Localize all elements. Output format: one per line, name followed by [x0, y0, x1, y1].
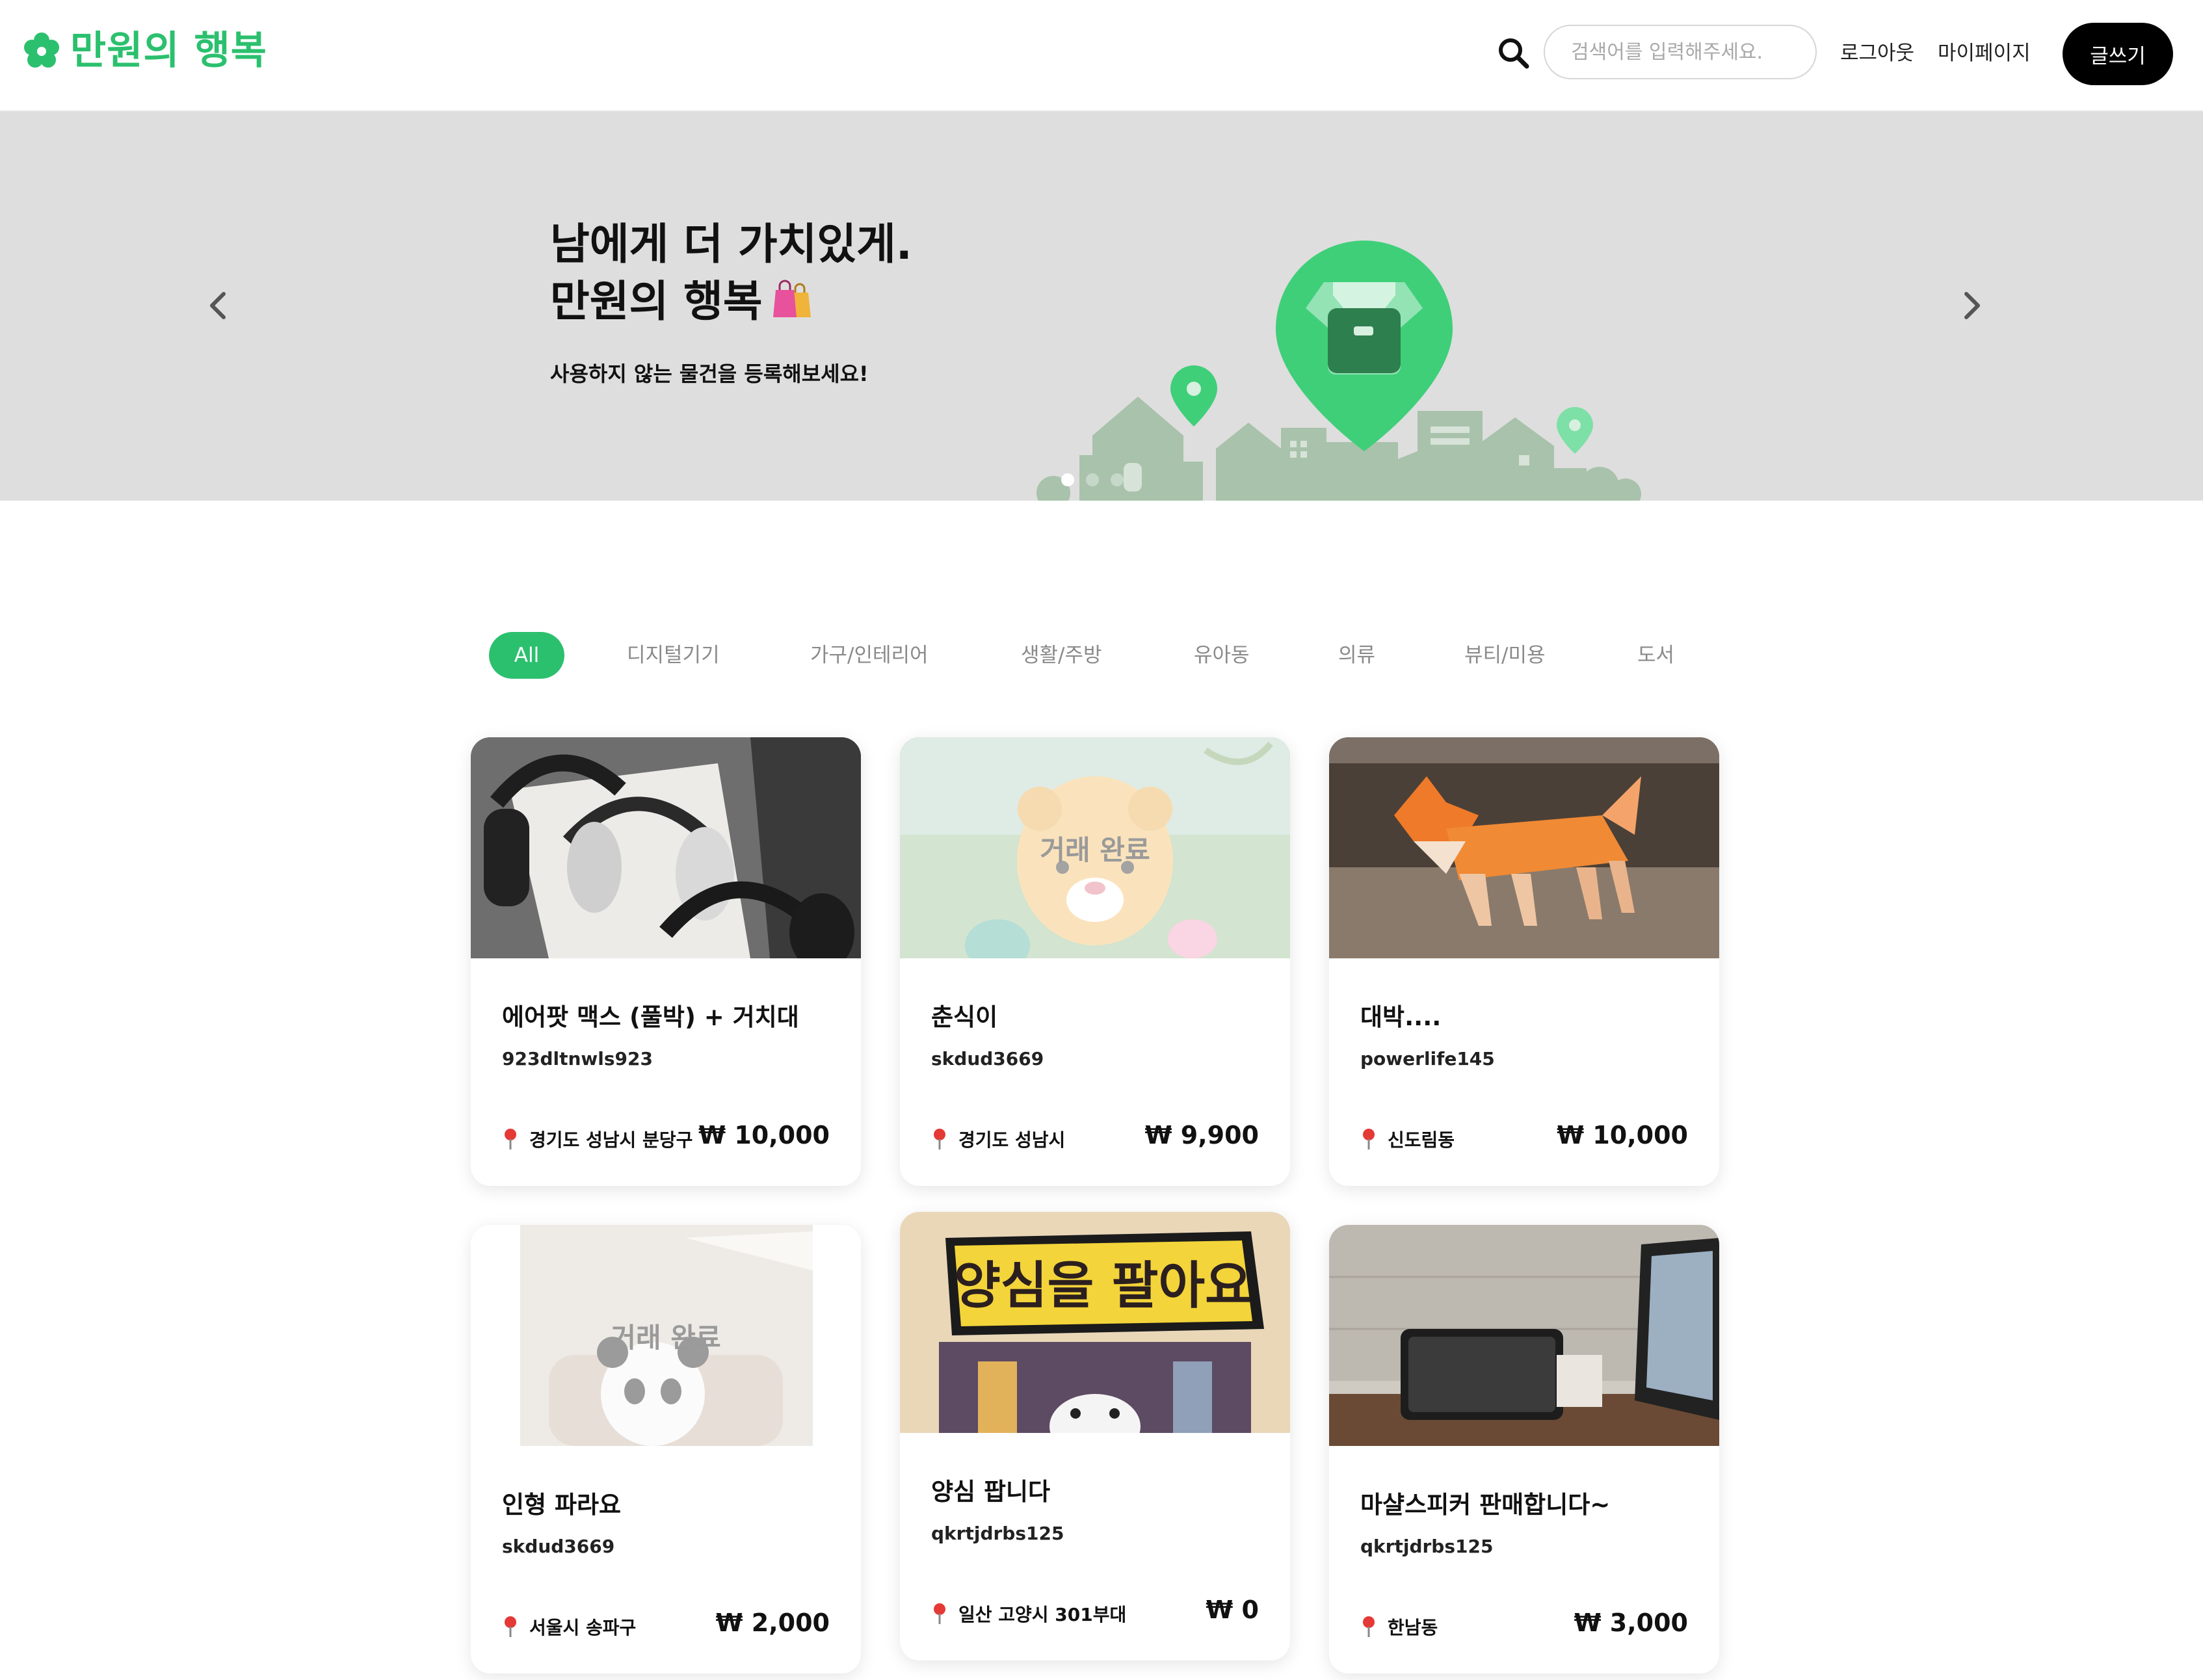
- hero-title-line1: 남에게 더 가치있게.: [550, 219, 912, 269]
- map-pin-icon: [934, 1129, 945, 1149]
- hero-title-line2: 만원의 행복: [550, 273, 813, 330]
- tab-clothing[interactable]: 의류: [1338, 632, 1375, 679]
- tab-kids[interactable]: 유아동: [1194, 632, 1250, 679]
- product-title[interactable]: 대박....: [1360, 997, 1441, 1032]
- product-price: ₩ 10,000: [1557, 1121, 1688, 1149]
- product-card[interactable]: 거래 완료 인형 파라요 skdud3669 서울시 송파구 ₩ 2,000: [471, 1225, 861, 1673]
- product-location-text: 서울시 송파구: [529, 1617, 637, 1638]
- tab-beauty[interactable]: 뷰티/미용: [1464, 632, 1546, 679]
- origami-dog-image: [1329, 737, 1719, 958]
- product-location-text: 경기도 성남시 분당구: [529, 1129, 693, 1151]
- product-title[interactable]: 양심 팝니다: [931, 1472, 1050, 1507]
- product-location: 신도림동: [1360, 1126, 1455, 1152]
- carousel-dot[interactable]: [1086, 473, 1099, 486]
- hero-subtitle: 사용하지 않는 물건을 등록해보세요!: [550, 361, 869, 386]
- town-market-illustration: [1036, 241, 1641, 501]
- header: 만원의 행복 로그아웃 마이페이지 글쓰기: [0, 0, 2203, 112]
- product-location-text: 경기도 성남시: [958, 1129, 1066, 1151]
- product-card[interactable]: 양심을 팔아요 양심 팝니다 qkrtjdrbs125 일산 고양시 301부대…: [900, 1212, 1290, 1660]
- product-image[interactable]: 양심을 팔아요: [900, 1212, 1290, 1433]
- product-title[interactable]: 에어팟 맥스 (풀박) + 거치대: [502, 997, 799, 1032]
- product-card[interactable]: 거래 완료 춘식이 skdud3669 경기도 성남시 ₩ 9,900: [900, 737, 1290, 1186]
- flower-logo-icon: [24, 33, 59, 68]
- product-card[interactable]: 에어팟 맥스 (풀박) + 거치대 923dltnwls923 경기도 성남시 …: [471, 737, 861, 1186]
- category-tabs: All 디지털기기 가구/인테리어 생활/주방 유아동 의류 뷰티/미용 도서: [489, 632, 1715, 679]
- map-pin-icon: [1363, 1129, 1375, 1149]
- hero-banner: 남에게 더 가치있게. 만원의 행복 사용하지 않는 물건을 등록해보세요!: [0, 112, 2203, 501]
- logo[interactable]: 만원의 행복: [22, 27, 267, 74]
- product-location: 서울시 송파구: [502, 1614, 636, 1640]
- product-image[interactable]: 거래 완료: [471, 1225, 861, 1446]
- search-input[interactable]: [1544, 25, 1817, 79]
- shopping-bags-icon: [772, 280, 811, 317]
- product-price: ₩ 10,000: [698, 1121, 830, 1149]
- tab-living[interactable]: 생활/주방: [1021, 632, 1102, 679]
- chevron-left-icon[interactable]: [202, 280, 233, 332]
- book-cover-image: 양심을 팔아요: [900, 1212, 1290, 1433]
- product-seller: qkrtjdrbs125: [1360, 1536, 1494, 1557]
- product-seller: 923dltnwls923: [502, 1048, 653, 1070]
- write-button[interactable]: 글쓰기: [2063, 23, 2173, 85]
- product-image[interactable]: 거래 완료: [900, 737, 1290, 958]
- product-seller: skdud3669: [502, 1536, 615, 1557]
- product-image[interactable]: [1329, 1225, 1719, 1446]
- speaker-image: [1329, 1225, 1719, 1446]
- map-pin-icon: [1363, 1616, 1375, 1637]
- chevron-right-icon[interactable]: [1957, 280, 1988, 332]
- product-title[interactable]: 인형 파라요: [502, 1485, 621, 1520]
- sold-overlay: 거래 완료: [900, 737, 1290, 958]
- product-seller: skdud3669: [931, 1048, 1044, 1070]
- product-seller: powerlife145: [1360, 1048, 1495, 1070]
- headphones-image: [471, 737, 861, 958]
- carousel-dot[interactable]: [1111, 473, 1124, 486]
- map-pin-icon: [505, 1616, 516, 1637]
- product-location: 경기도 성남시 분당구: [502, 1126, 693, 1152]
- product-price: ₩ 9,900: [1144, 1121, 1259, 1149]
- carousel-dot[interactable]: [1061, 473, 1074, 486]
- tab-books[interactable]: 도서: [1637, 632, 1674, 679]
- product-image[interactable]: [1329, 737, 1719, 958]
- product-location-text: 한남동: [1388, 1617, 1438, 1638]
- sold-label: 거래 완료: [1040, 833, 1150, 866]
- product-location: 경기도 성남시: [931, 1126, 1065, 1152]
- search-icon[interactable]: [1497, 36, 1531, 70]
- product-price: ₩ 3,000: [1574, 1608, 1688, 1637]
- page: 만원의 행복 로그아웃 마이페이지 글쓰기 남에게 더 가치있게. 만원의 행복…: [0, 0, 2203, 1680]
- logo-text: 만원의 행복: [70, 28, 267, 73]
- product-title[interactable]: 마샬스피커 판매합니다~: [1360, 1485, 1610, 1520]
- sold-label: 거래 완료: [611, 1321, 721, 1354]
- map-pin-icon: [505, 1129, 516, 1149]
- product-location: 한남동: [1360, 1614, 1438, 1640]
- product-price: ₩ 0: [1206, 1595, 1259, 1624]
- tab-digital[interactable]: 디지털기기: [627, 632, 720, 679]
- product-title[interactable]: 춘식이: [931, 997, 997, 1032]
- product-price: ₩ 2,000: [715, 1608, 830, 1637]
- product-seller: qkrtjdrbs125: [931, 1523, 1064, 1544]
- mypage-link[interactable]: 마이페이지: [1938, 38, 2031, 69]
- product-card[interactable]: 마샬스피커 판매합니다~ qkrtjdrbs125 한남동 ₩ 3,000: [1329, 1225, 1719, 1673]
- product-location-text: 신도림동: [1388, 1129, 1455, 1151]
- carousel-dots: [1061, 473, 1124, 486]
- hero-title-line2-text: 만원의 행복: [550, 276, 763, 326]
- logout-link[interactable]: 로그아웃: [1840, 38, 1914, 69]
- product-image[interactable]: [471, 737, 861, 958]
- product-card[interactable]: 대박.... powerlife145 신도림동 ₩ 10,000: [1329, 737, 1719, 1186]
- tab-all[interactable]: All: [489, 632, 564, 679]
- sold-overlay: 거래 완료: [471, 1225, 861, 1446]
- tab-furniture[interactable]: 가구/인테리어: [810, 632, 929, 679]
- map-pin-icon: [934, 1603, 945, 1624]
- product-location-text: 일산 고양시 301부대: [958, 1604, 1127, 1625]
- book-cover-title: 양심을 팔아요: [954, 1257, 1252, 1315]
- product-location: 일산 고양시 301부대: [931, 1601, 1126, 1627]
